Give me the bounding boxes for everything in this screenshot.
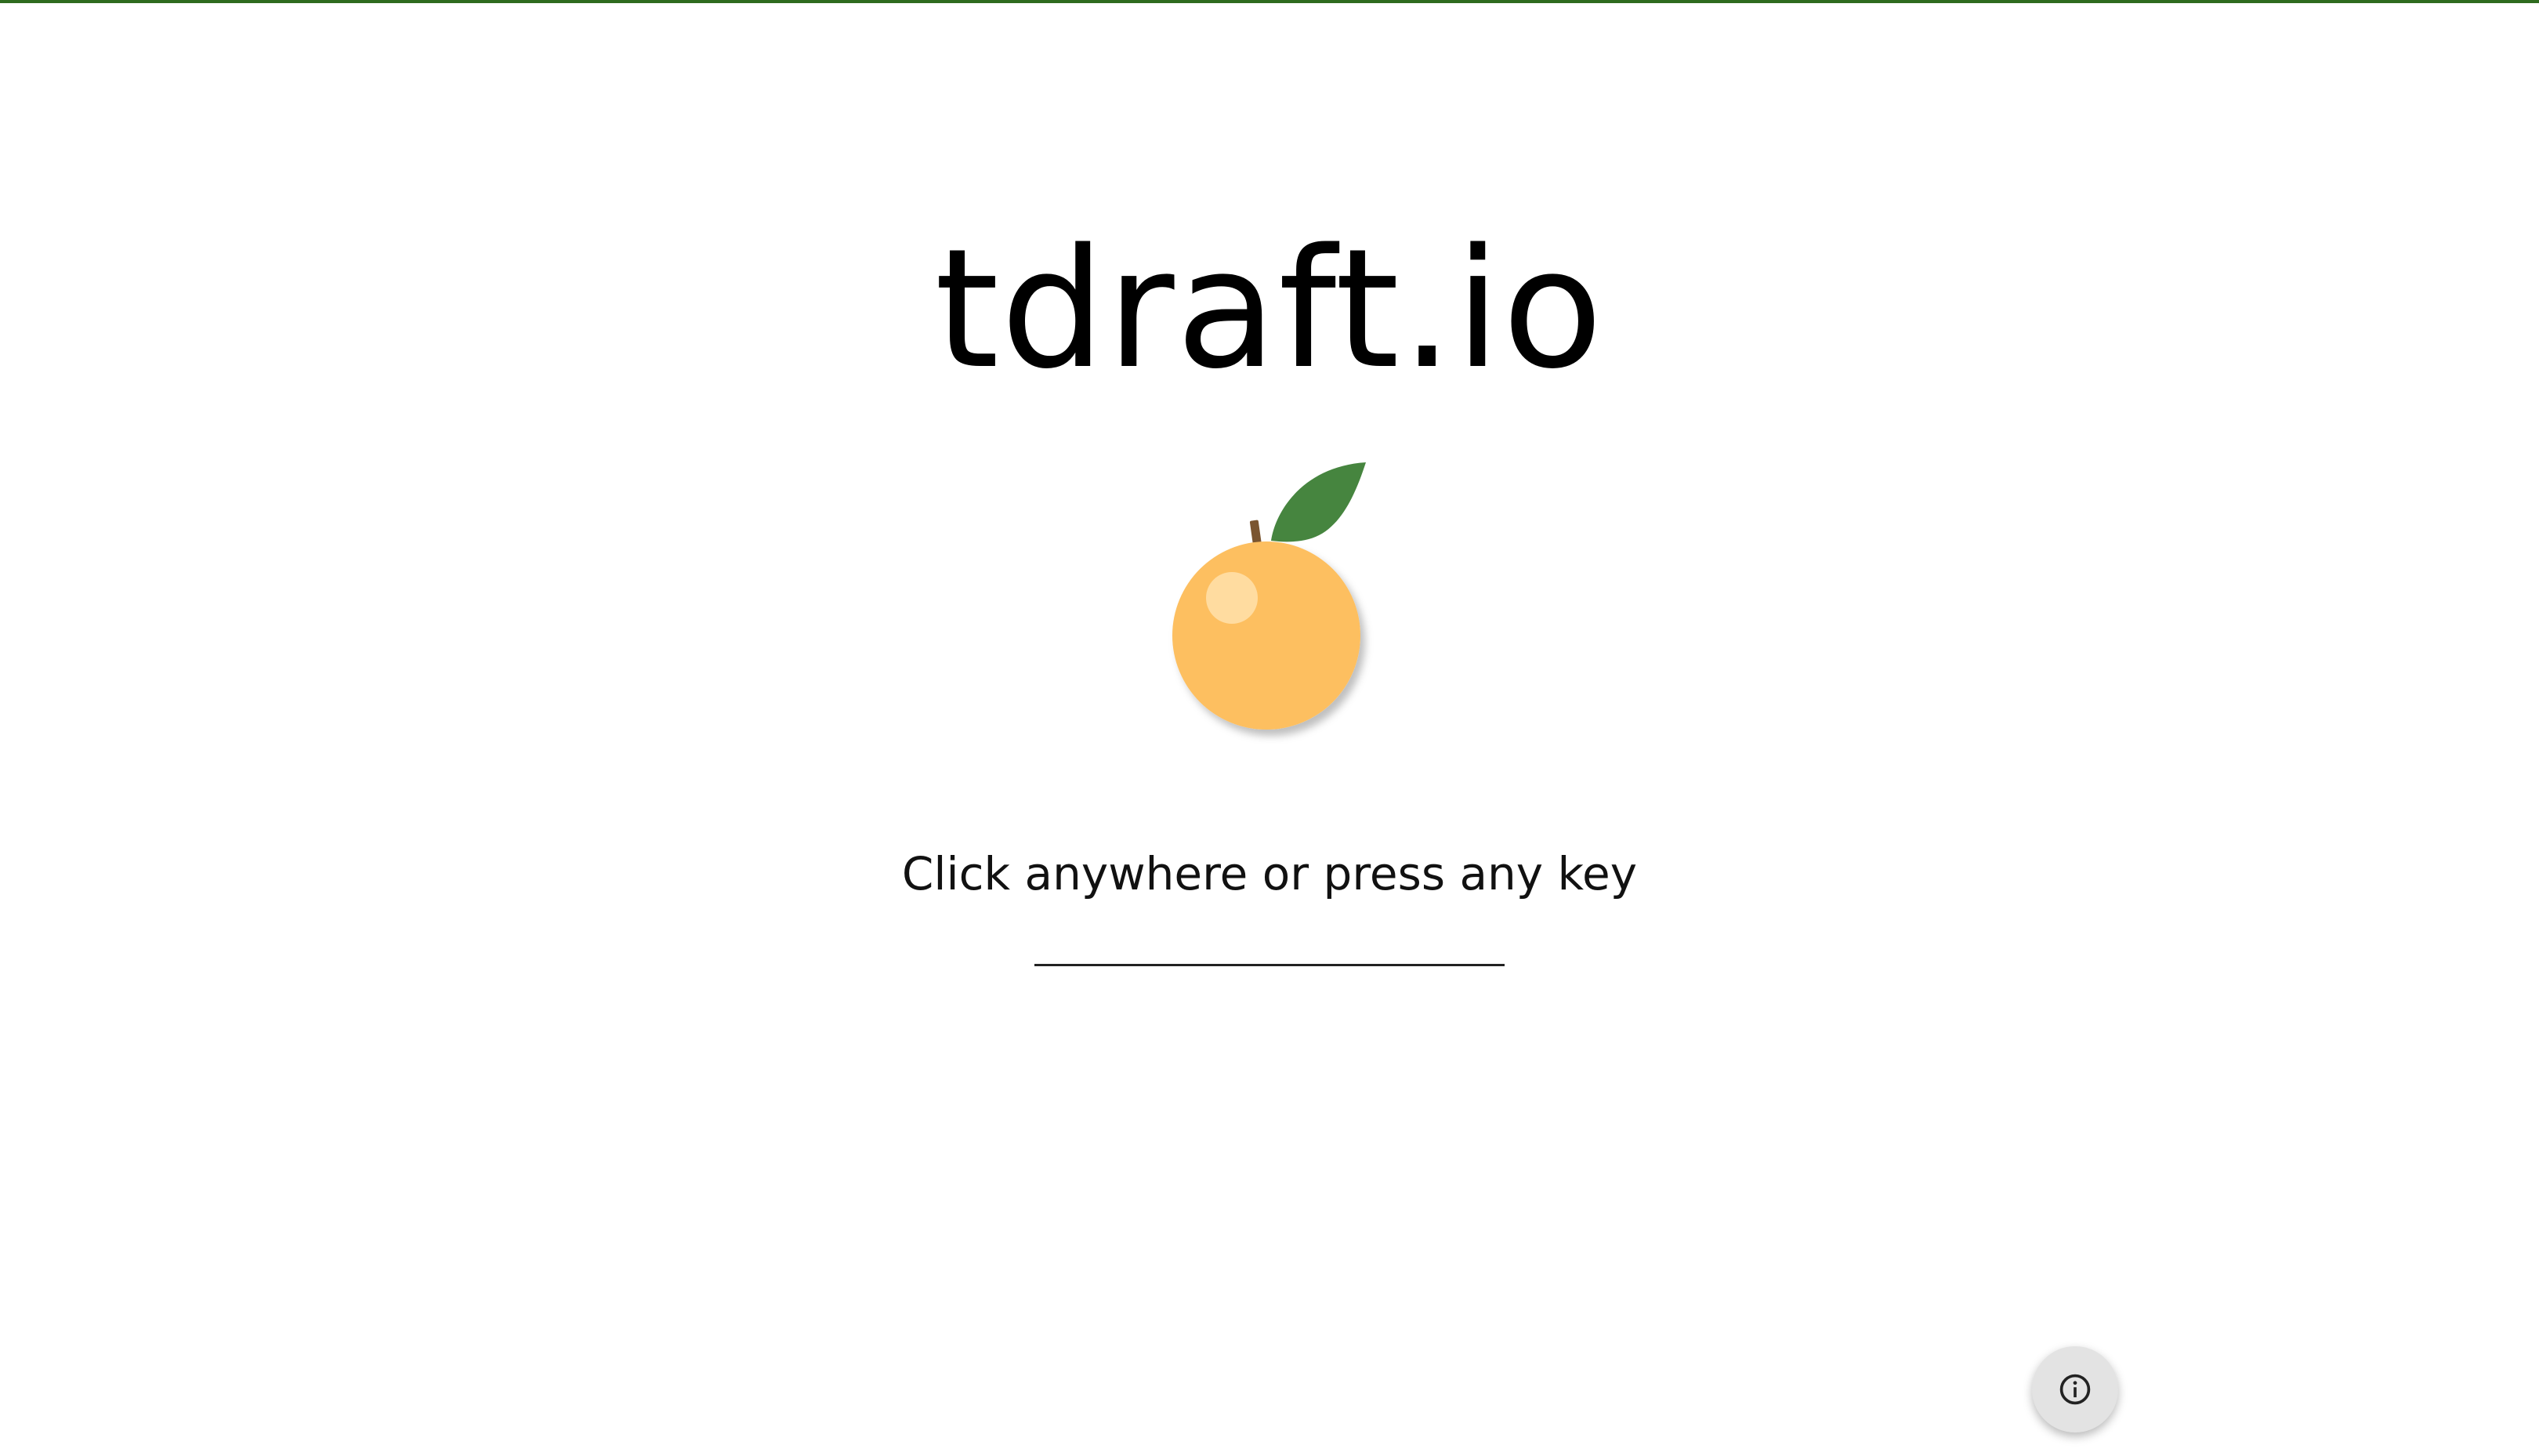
info-button[interactable]: [2032, 1346, 2118, 1432]
splash-screen[interactable]: tdraft.io Click anywhere or press any ke…: [0, 0, 2539, 1456]
app-title: tdraft.io: [934, 213, 1605, 405]
info-icon: [2058, 1372, 2092, 1407]
start-prompt: Click anywhere or press any key: [901, 847, 1638, 900]
orange-fruit-icon: [1136, 447, 1387, 760]
top-accent-bar: [0, 0, 2539, 3]
divider-line: [1034, 964, 1505, 966]
